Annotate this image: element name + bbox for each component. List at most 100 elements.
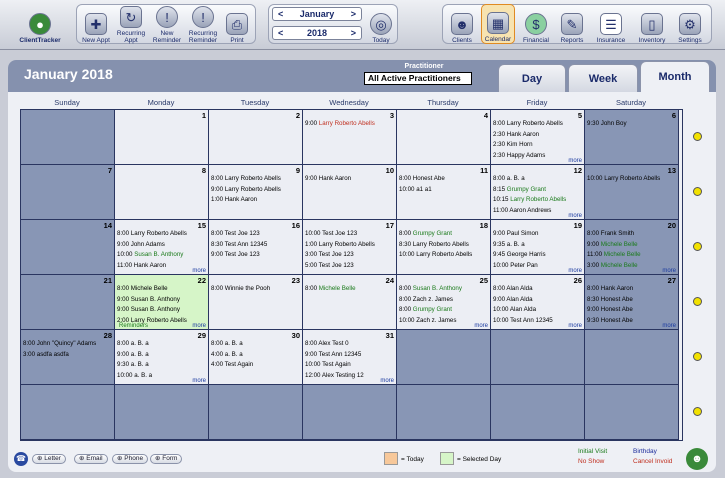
appointment-item[interactable]: 10:15 Larry Roberto Abells <box>493 195 582 206</box>
today-button[interactable]: ◎ Today <box>366 4 396 44</box>
day-cell[interactable]: 6 9:30 John Boy <box>585 110 679 165</box>
day-cell[interactable] <box>491 330 585 385</box>
appointment-item[interactable]: 8:00 Michele Belle <box>305 284 394 295</box>
appointment-item[interactable]: 8:00 Honest Abe <box>399 174 488 185</box>
week-select-dot[interactable] <box>693 296 702 306</box>
day-cell[interactable] <box>21 110 115 165</box>
phone-button[interactable]: ⊕ Phone <box>112 454 149 464</box>
next-year-arrow[interactable]: > <box>351 28 356 38</box>
appointment-item[interactable]: 8:00 Hank Aaron <box>587 284 676 295</box>
day-cell[interactable]: 16 8:00 Test Joe 123 8:30 Test Ann 12345 9:… <box>209 220 303 275</box>
next-month-arrow[interactable]: > <box>351 9 356 19</box>
appointment-item[interactable]: 8:00 Winnie the Pooh <box>211 284 300 295</box>
appointment-item[interactable]: 5:00 Test Joe 123 <box>305 261 394 272</box>
appointment-item[interactable]: 10:00 Test Again <box>305 360 394 371</box>
day-cell[interactable]: 11 8:00 Honest Abe 10:00 a1 a1 <box>397 165 491 220</box>
day-cell[interactable]: 24 8:00 Michele Belle <box>303 275 397 330</box>
recurring-reminder-button[interactable]: ! Recurring Reminder <box>185 4 221 44</box>
appointment-item[interactable]: 8:00 Grumpy Grant <box>399 305 488 316</box>
appointment-item[interactable]: 8:00 Michele Belle <box>117 284 206 295</box>
day-cell[interactable]: 12 8:00 a. B. a 8:15 Grumpy Grant 10:15 Lar… <box>491 165 585 220</box>
day-cell[interactable]: 25 8:00 Susan B. Anthony 8:00 Zach z. Jame… <box>397 275 491 330</box>
day-cell[interactable] <box>585 385 679 440</box>
appointment-item[interactable]: 8:15 Grumpy Grant <box>493 185 582 196</box>
appointment-item[interactable]: 4:00 a. B. a <box>211 350 300 361</box>
appointment-item[interactable]: 8:30 Test Ann 12345 <box>211 240 300 251</box>
day-cell[interactable]: 15 8:00 Larry Roberto Abells 9:00 John Ada… <box>115 220 209 275</box>
day-cell[interactable]: 27 8:00 Hank Aaron 8:30 Honest Abe 9:00 Hon… <box>585 275 679 330</box>
appointment-item[interactable]: 9:00 Test Joe 123 <box>211 250 300 261</box>
day-cell[interactable]: 17 10:00 Test Joe 123 1:00 Larry Roberto A… <box>303 220 397 275</box>
practitioner-select[interactable]: All Active Practitioners <box>364 72 472 85</box>
appointment-item[interactable]: 9:00 Honest Abe <box>587 305 676 316</box>
more-link[interactable]: more <box>192 323 206 329</box>
day-cell[interactable]: 14 <box>21 220 115 275</box>
letter-button[interactable]: ⊕ Letter <box>32 454 66 464</box>
day-cell[interactable]: 9 8:00 Larry Roberto Abells 9:00 Larry Rob… <box>209 165 303 220</box>
appointment-item[interactable]: 8:00 Test Joe 123 <box>211 229 300 240</box>
day-cell[interactable]: 31 8:00 Alex Test 0 9:00 Test Ann 12345 10:… <box>303 330 397 385</box>
appointment-item[interactable]: 8:00 Grumpy Grant <box>399 229 488 240</box>
clients-button[interactable]: ☻ Clients <box>446 4 478 44</box>
appointment-item[interactable]: 8:00 John "Quincy" Adams <box>23 339 112 350</box>
appointment-item[interactable]: 9:00 Larry Roberto Abells <box>305 119 394 130</box>
tab-month[interactable]: Month <box>640 61 710 92</box>
form-button[interactable]: ⊕ Form <box>150 454 183 464</box>
week-select-dot[interactable] <box>693 186 702 196</box>
inventory-button[interactable]: ▯ Inventory <box>633 4 671 44</box>
appointment-item[interactable]: 8:00 a. B. a <box>493 174 582 185</box>
day-cell[interactable] <box>491 385 585 440</box>
day-cell[interactable]: 3 9:00 Larry Roberto Abells <box>303 110 397 165</box>
day-cell[interactable]: 13 10:00 Larry Roberto Abells <box>585 165 679 220</box>
more-link[interactable]: more <box>568 268 582 274</box>
reports-button[interactable]: ✎ Reports <box>556 4 588 44</box>
appointment-item[interactable]: 1:00 Hank Aaron <box>211 195 300 206</box>
day-cell[interactable]: 8 <box>115 165 209 220</box>
appointment-item[interactable]: 8:00 Larry Roberto Abells <box>211 174 300 185</box>
insurance-button[interactable]: ☰ Insurance <box>592 4 630 44</box>
day-cell[interactable] <box>397 385 491 440</box>
appointment-item[interactable]: 9:00 Susan B. Anthony <box>117 295 206 306</box>
day-cell[interactable]: 2 <box>209 110 303 165</box>
day-cell[interactable] <box>21 385 115 440</box>
day-cell[interactable]: 19 9:00 Paul Simon 9:35 a. B. a 9:45 George… <box>491 220 585 275</box>
appointment-item[interactable]: 8:00 Frank Smith <box>587 229 676 240</box>
day-cell[interactable]: 21 <box>21 275 115 330</box>
day-cell[interactable] <box>303 385 397 440</box>
appointment-item[interactable]: 1:00 Larry Roberto Abells <box>305 240 394 251</box>
more-link[interactable]: more <box>192 268 206 274</box>
more-link[interactable]: more <box>662 323 676 329</box>
day-cell[interactable]: 4 <box>397 110 491 165</box>
appointment-item[interactable]: 9:45 George Harris <box>493 250 582 261</box>
appointment-item[interactable]: 9:35 a. B. a <box>493 240 582 251</box>
appointment-item[interactable]: 3:00 Test Joe 123 <box>305 250 394 261</box>
appointment-item[interactable]: 4:00 Test Again <box>211 360 300 371</box>
appointment-item[interactable]: 3:00 asdfa asdfa <box>23 350 112 361</box>
day-cell[interactable]: 7 <box>21 165 115 220</box>
appointment-item[interactable]: 8:00 Alex Test 0 <box>305 339 394 350</box>
help-person-icon[interactable]: ☻ <box>686 448 708 470</box>
appointment-item[interactable]: 8:00 a. B. a <box>211 339 300 350</box>
day-cell[interactable]: 28 8:00 John "Quincy" Adams 3:00 asdfa asd… <box>21 330 115 385</box>
reminders-link[interactable]: Reminders <box>119 323 148 329</box>
day-cell[interactable]: 10 9:00 Hank Aaron <box>303 165 397 220</box>
email-button[interactable]: ⊕ Email <box>74 454 108 464</box>
appointment-item[interactable]: 9:00 Susan B. Anthony <box>117 305 206 316</box>
day-cell[interactable]: 23 8:00 Winnie the Pooh <box>209 275 303 330</box>
day-cell[interactable]: 29 8:00 a. B. a 9:00 a. B. a 9:30 a. B. a 10… <box>115 330 209 385</box>
settings-button[interactable]: ⚙ Settings <box>673 4 707 44</box>
day-cell[interactable] <box>397 330 491 385</box>
appointment-item[interactable]: 8:30 Larry Roberto Abells <box>399 240 488 251</box>
appointment-item[interactable]: 10:00 Test Joe 123 <box>305 229 394 240</box>
more-link[interactable]: more <box>568 158 582 164</box>
financial-button[interactable]: $ Financial <box>519 4 553 44</box>
appointment-item[interactable]: 9:30 John Boy <box>587 119 676 130</box>
day-cell[interactable]: 22 8:00 Michele Belle 9:00 Susan B. Anthon… <box>115 275 209 330</box>
year-selector[interactable]: < 2018 > <box>272 26 362 40</box>
appointment-item[interactable]: 8:00 Larry Roberto Abells <box>117 229 206 240</box>
day-cell[interactable]: 20 8:00 Frank Smith 9:00 Michele Belle 11:0… <box>585 220 679 275</box>
more-link[interactable]: more <box>474 323 488 329</box>
new-appt-button[interactable]: ✚ New Appt <box>80 4 112 44</box>
appointment-item[interactable]: 9:00 Larry Roberto Abells <box>211 185 300 196</box>
print-button[interactable]: ⎙ Print <box>222 4 252 44</box>
